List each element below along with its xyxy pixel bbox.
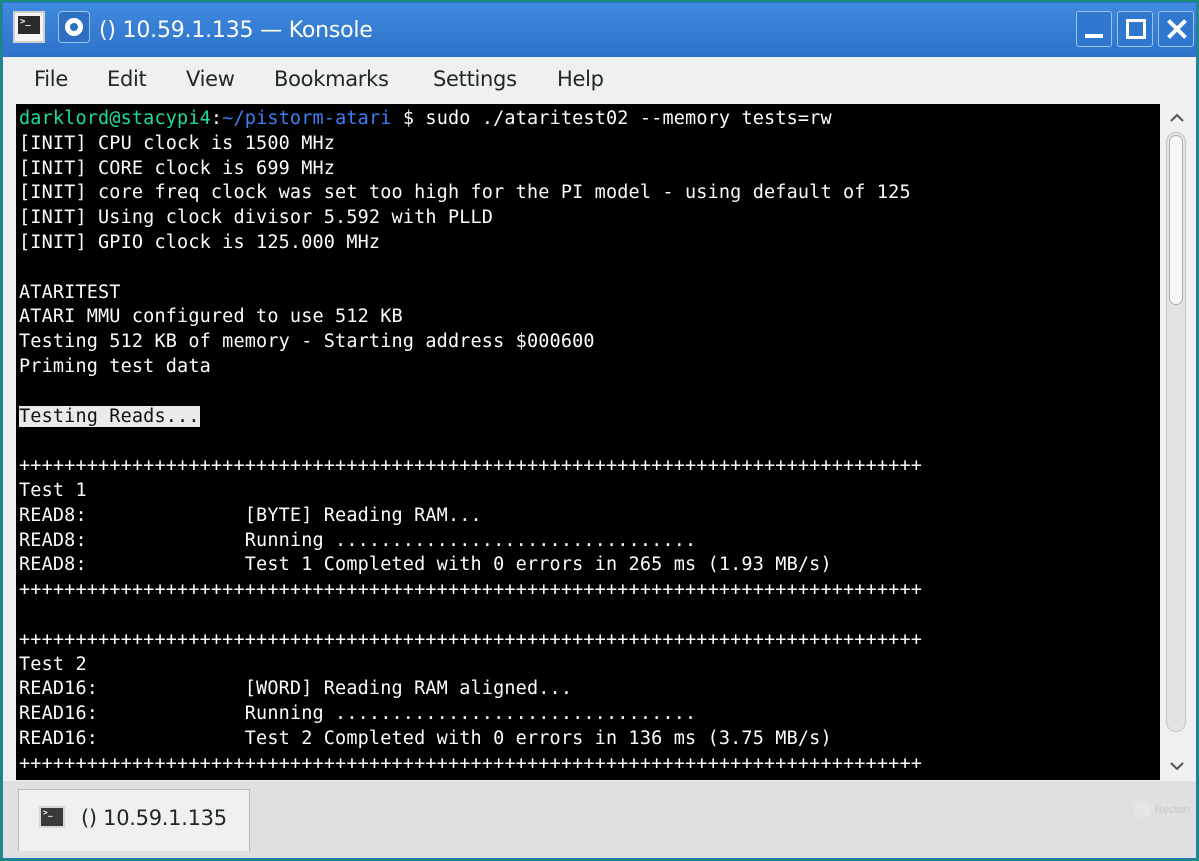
terminal-lines: darklord@stacypi4:~/pistorm-atari $ sudo… [19, 108, 922, 778]
scroll-up-arrow-icon[interactable] [1167, 108, 1187, 128]
terminal-line: [INIT] core freq clock was set too high … [19, 182, 911, 204]
terminal-line: Priming test data [19, 355, 211, 377]
prompt-user: darklord@stacypi4 [19, 108, 211, 129]
menu-file[interactable]: File [34, 67, 68, 91]
scroll-track[interactable] [1166, 132, 1186, 732]
title-bar[interactable]: >_ () 10.59.1.135 — Konsole [3, 3, 1196, 57]
terminal-icon: >_ [39, 806, 65, 828]
terminal-prompt-line: darklord@stacypi4:~/pistorm-atari $ sudo… [19, 108, 922, 133]
tab-bar: >_ () 10.59.1.135 Rectan [3, 781, 1196, 858]
faded-overlay-label: Rectan [1133, 801, 1190, 819]
terminal-line: ATARITEST [19, 281, 121, 303]
terminal-line: READ16: Test 2 Completed with 0 errors i… [19, 727, 832, 749]
terminal-line: [INIT] Using clock divisor 5.592 with PL… [19, 207, 494, 229]
menu-settings[interactable]: Settings [433, 67, 517, 91]
terminal-output[interactable]: darklord@stacypi4:~/pistorm-atari $ sudo… [16, 104, 1160, 780]
prompt-symbol: $ [391, 108, 426, 129]
terminal-line: [INIT] CPU clock is 1500 MHz [19, 132, 336, 154]
tab-session[interactable]: >_ () 10.59.1.135 [18, 789, 250, 851]
menu-edit[interactable]: Edit [107, 67, 147, 91]
scroll-down-arrow-icon[interactable] [1167, 756, 1187, 776]
scroll-thumb[interactable] [1169, 135, 1183, 305]
terminal-line: ++++++++++++++++++++++++++++++++++++++++… [19, 455, 923, 477]
terminal-line: READ16: Running ........................… [19, 703, 697, 725]
prompt-command: sudo ./ataritest02 --memory tests=rw [425, 108, 832, 129]
terminal-line: [INIT] CORE clock is 699 MHz [19, 157, 336, 179]
terminal-line: ++++++++++++++++++++++++++++++++++++++++… [19, 579, 923, 601]
close-button[interactable] [1158, 11, 1194, 47]
konsole-window: >_ () 10.59.1.135 — Konsole File Edit Vi… [2, 2, 1197, 859]
terminal-line: ++++++++++++++++++++++++++++++++++++++++… [19, 628, 923, 650]
terminal-scrollbar[interactable] [1161, 104, 1192, 780]
selected-text: Testing Reads... [19, 405, 200, 427]
terminal-line: READ8: Running .........................… [19, 529, 697, 551]
terminal-line: Test 1 [19, 479, 87, 501]
window-menu-icon[interactable] [58, 11, 90, 43]
menu-bar: File Edit View Bookmarks Settings Help [3, 57, 1196, 105]
maximize-button[interactable] [1117, 11, 1153, 47]
menu-bookmarks[interactable]: Bookmarks [274, 67, 389, 91]
terminal-line: Test 2 [19, 653, 87, 675]
terminal-line: READ8: [BYTE] Reading RAM... [19, 504, 482, 526]
terminal-line: ATARI MMU configured to use 512 KB [19, 306, 403, 328]
menu-help[interactable]: Help [557, 67, 604, 91]
terminal-line: ++++++++++++++++++++++++++++++++++++++++… [19, 752, 923, 774]
terminal-line: Testing 512 KB of memory - Starting addr… [19, 331, 595, 353]
prompt-path: ~/pistorm-atari [222, 108, 392, 129]
terminal-line: READ16: [WORD] Reading RAM aligned... [19, 678, 573, 700]
window-title: () 10.59.1.135 — Konsole [99, 18, 373, 43]
terminal-line: [INIT] GPIO clock is 125.000 MHz [19, 231, 381, 253]
tab-label: () 10.59.1.135 [81, 806, 227, 830]
konsole-app-icon: >_ [13, 11, 45, 43]
faded-record-icon [1133, 801, 1151, 819]
prompt-separator: : [210, 108, 223, 129]
terminal-line: Testing Reads... [19, 405, 922, 431]
menu-view[interactable]: View [186, 67, 235, 91]
minimize-button[interactable] [1076, 11, 1112, 47]
terminal-line: READ8: Test 1 Completed with 0 errors in… [19, 554, 832, 576]
